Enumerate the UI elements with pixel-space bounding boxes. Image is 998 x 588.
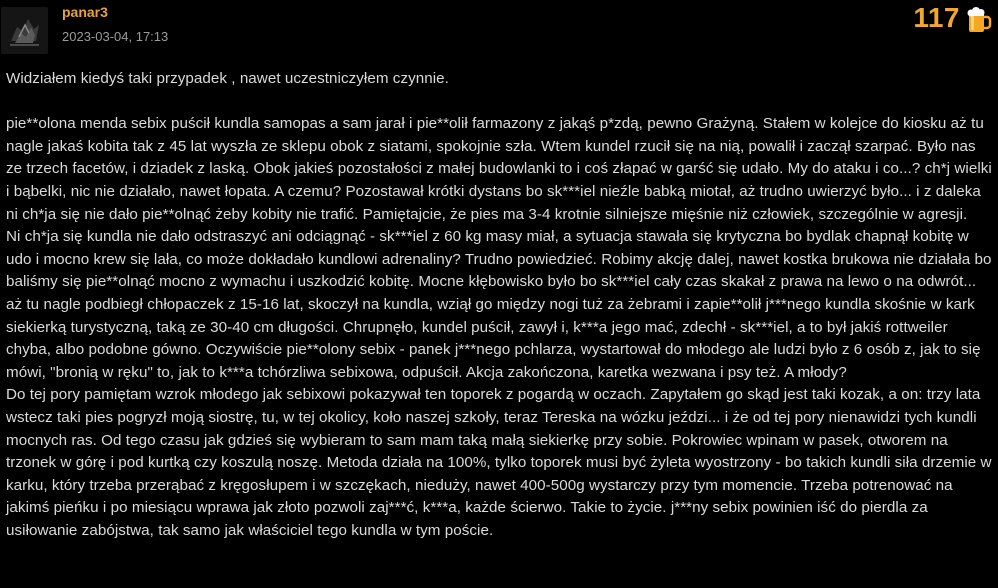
post-date: 2023-03-04, 17:13 [62, 29, 169, 44]
username-link[interactable]: panar3 [62, 4, 108, 20]
vote-score: 117 [913, 2, 960, 33]
post-paragraph: Widziałem kiedyś taki przypadek , nawet … [6, 70, 449, 87]
comment-post: panar3 2023-03-04, 17:13 117 Widziałem k… [0, 0, 998, 588]
post-paragraph: Ni ch*ja się kundla nie dało odstraszyć … [6, 228, 992, 381]
avatar-image [1, 7, 48, 54]
user-avatar[interactable] [1, 7, 48, 54]
post-paragraph: pie**olona menda sebix puścił kundla sam… [6, 115, 992, 223]
beer-mug-icon[interactable] [966, 6, 993, 34]
post-content: Widziałem kiedyś taki przypadek , nawet … [6, 68, 994, 542]
post-paragraph: Do tej pory pamiętam wzrok młodego jak s… [6, 386, 992, 539]
